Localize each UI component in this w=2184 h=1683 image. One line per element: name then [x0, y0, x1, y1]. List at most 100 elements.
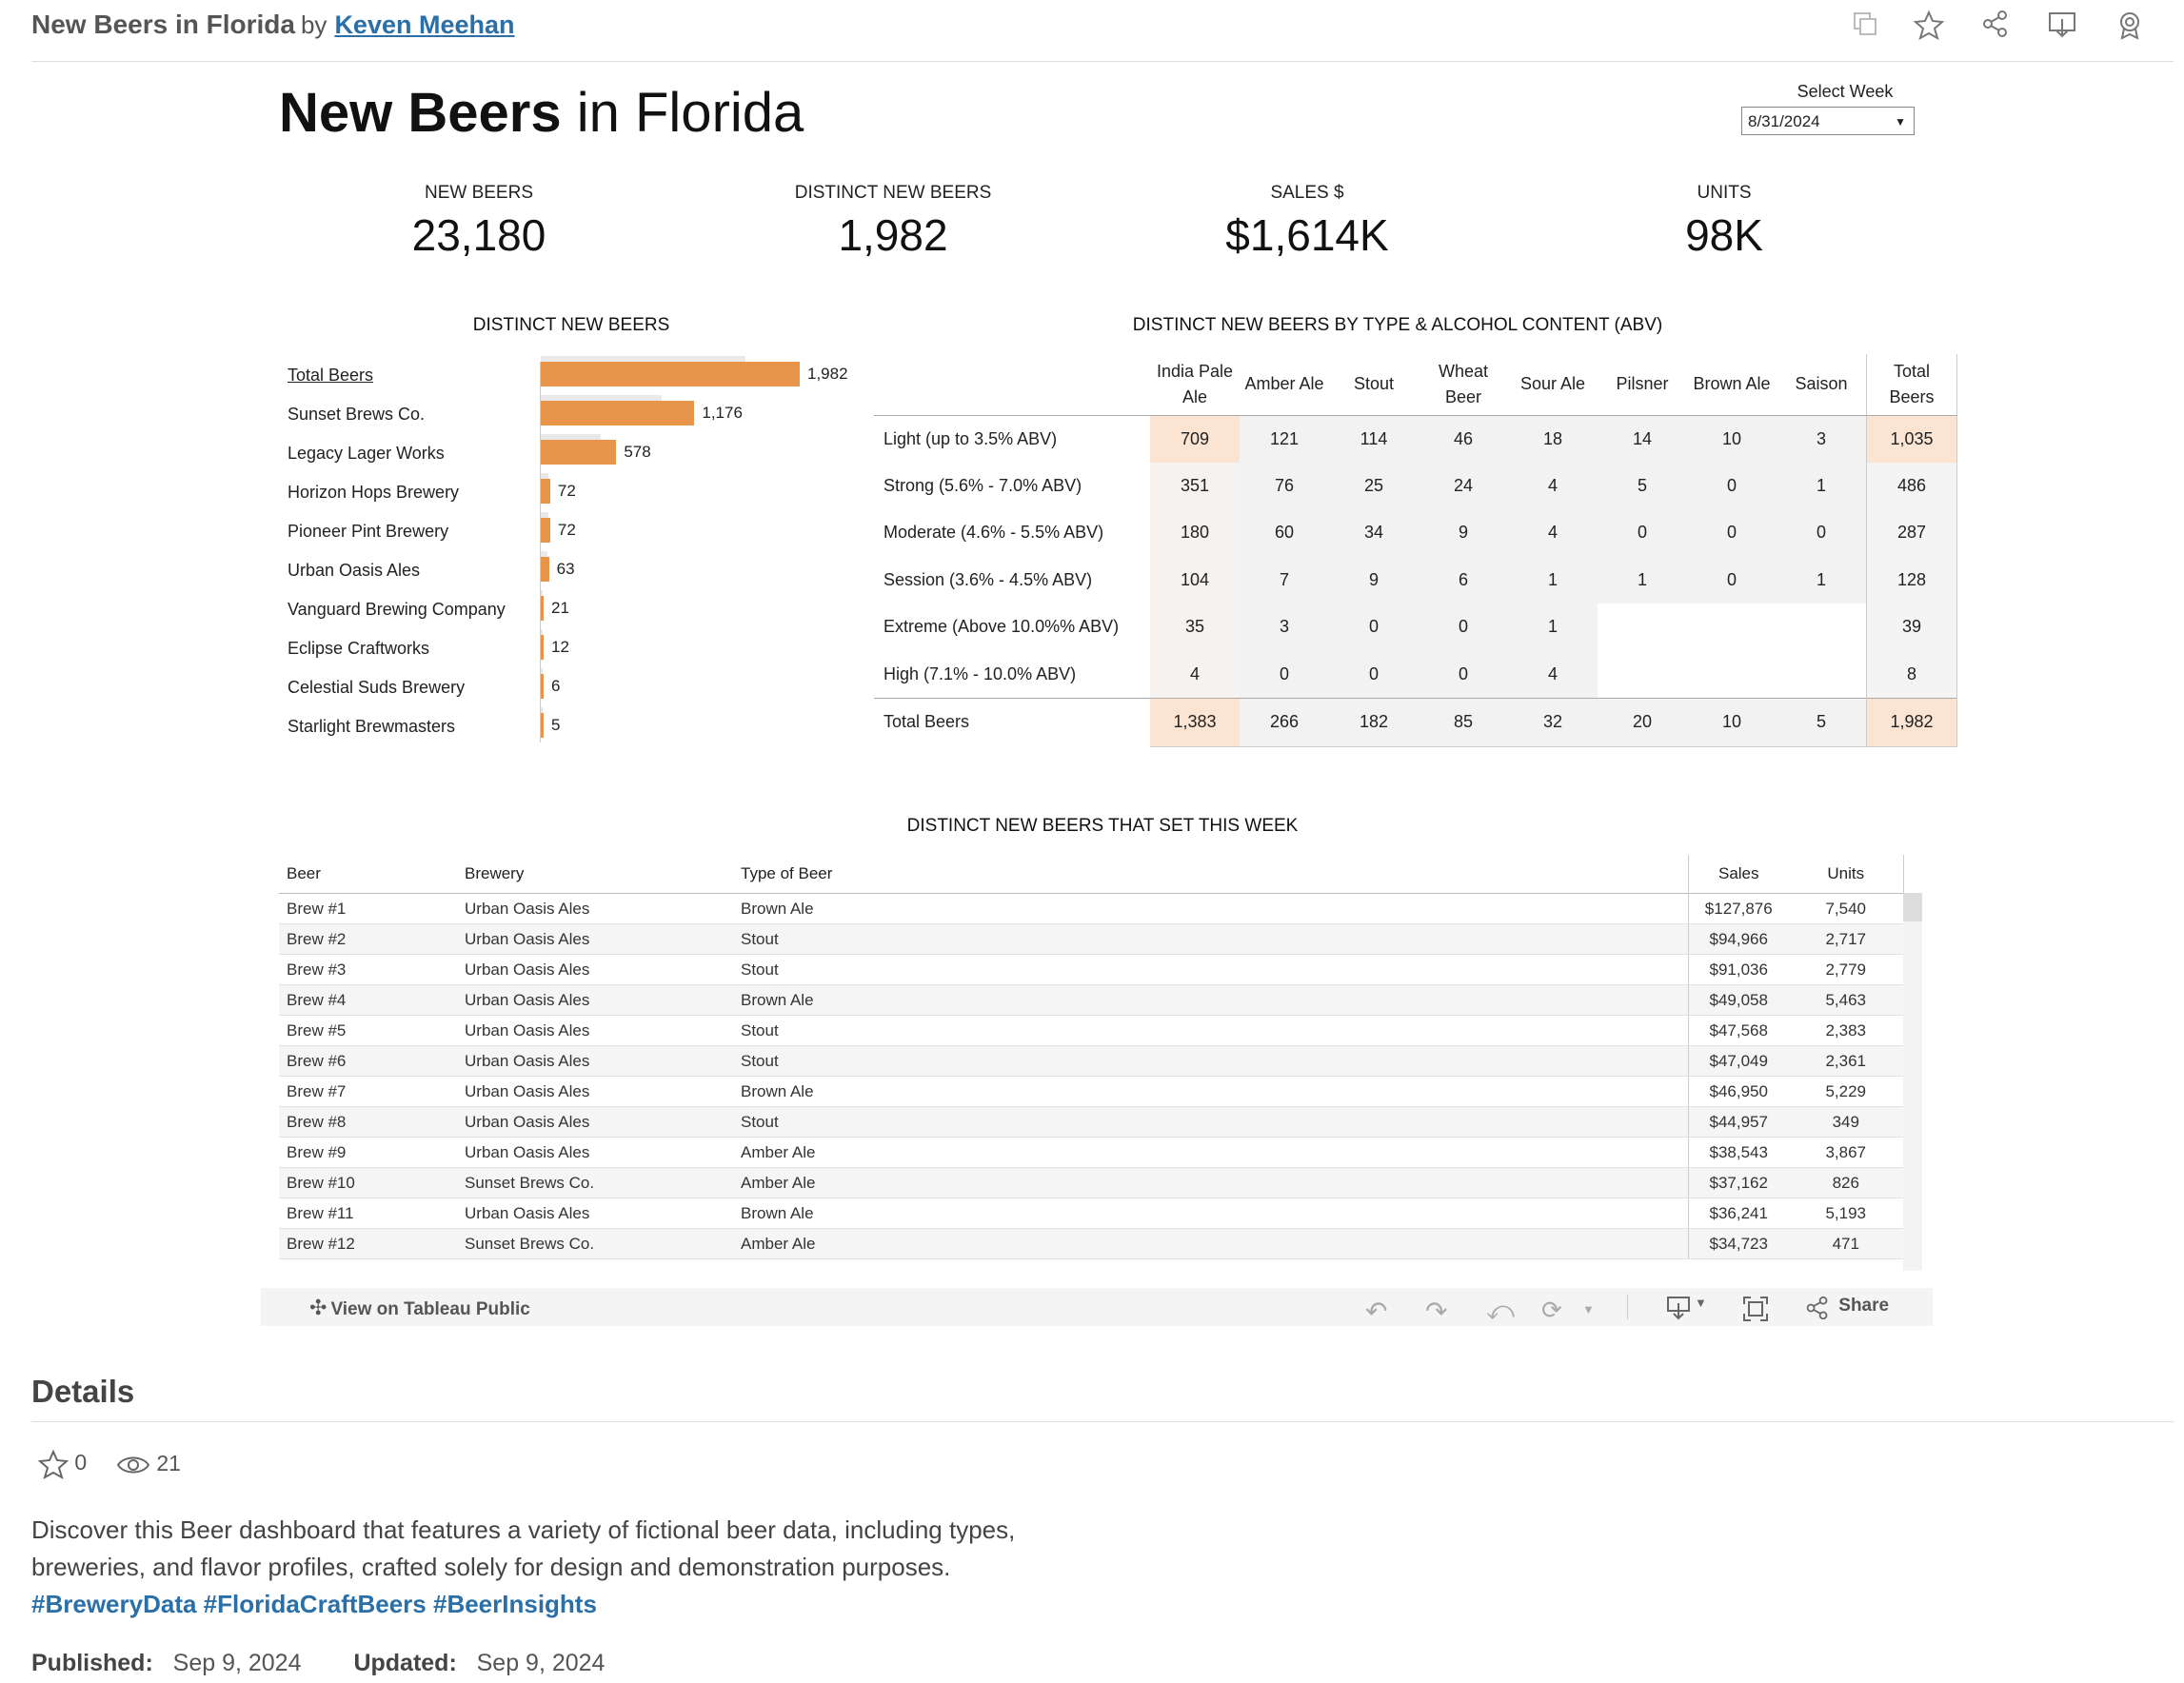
matrix-cell[interactable]: 0 — [1419, 650, 1508, 698]
bar[interactable] — [541, 674, 544, 699]
matrix-cell[interactable]: 4 — [1150, 650, 1240, 698]
list-scroll-thumb[interactable] — [1903, 893, 1922, 921]
col-header-sales[interactable]: Sales — [1687, 855, 1789, 894]
bar[interactable] — [541, 596, 544, 621]
matrix-cell[interactable]: 60 — [1240, 509, 1329, 557]
matrix-cell[interactable]: 182 — [1329, 697, 1419, 747]
matrix-cell[interactable]: 5 — [1598, 462, 1687, 509]
matrix-cell[interactable]: 0 — [1419, 604, 1508, 651]
matrix-cell[interactable]: 24 — [1419, 462, 1508, 509]
matrix-cell[interactable]: 1 — [1508, 556, 1598, 604]
author-link[interactable]: Keven Meehan — [334, 10, 514, 39]
tag-link[interactable]: #FloridaCraftBeers — [204, 1590, 427, 1618]
refresh-icon[interactable]: ⟳ — [1541, 1296, 1562, 1325]
matrix-cell[interactable]: 0 — [1687, 462, 1777, 509]
matrix-cell[interactable]: 10 — [1687, 697, 1777, 747]
matrix-cell[interactable]: 486 — [1866, 462, 1957, 509]
share-icon[interactable] — [1976, 10, 2015, 48]
matrix-cell[interactable]: 1,035 — [1866, 415, 1957, 463]
table-row[interactable]: Brew #9 Urban Oasis Ales Amber Ale $38,543 3… — [279, 1137, 1904, 1168]
view-on-tableau-button[interactable]: ✣ View on Tableau Public — [309, 1296, 530, 1320]
matrix-cell[interactable]: 46 — [1419, 415, 1508, 463]
matrix-cell[interactable]: 128 — [1866, 556, 1957, 604]
undo-icon[interactable]: ↶ — [1365, 1296, 1387, 1327]
matrix-cell[interactable]: 0 — [1687, 509, 1777, 557]
matrix-cell[interactable]: 1 — [1777, 556, 1867, 604]
matrix-cell[interactable]: 4 — [1508, 509, 1598, 557]
table-row[interactable]: Brew #2 Urban Oasis Ales Stout $94,966 2,717 — [279, 923, 1904, 955]
matrix-cell[interactable]: 0 — [1240, 650, 1329, 698]
bar[interactable] — [541, 557, 549, 582]
table-row[interactable]: Brew #4 Urban Oasis Ales Brown Ale $49,058 5… — [279, 984, 1904, 1016]
matrix-cell[interactable]: 1,383 — [1150, 697, 1240, 747]
matrix-cell[interactable]: 18 — [1508, 415, 1598, 463]
table-row[interactable]: Brew #10 Sunset Brews Co. Amber Ale $37,162… — [279, 1167, 1904, 1198]
table-row[interactable]: Brew #7 Urban Oasis Ales Brown Ale $46,950 5… — [279, 1076, 1904, 1107]
col-header-units[interactable]: Units — [1789, 855, 1904, 894]
select-week-dropdown[interactable]: 8/31/2024 ▼ — [1741, 107, 1915, 135]
matrix-cell[interactable]: 1,982 — [1866, 697, 1957, 747]
matrix-cell[interactable]: 3 — [1777, 415, 1867, 463]
matrix-cell[interactable]: 0 — [1687, 556, 1777, 604]
refresh-dropdown-icon[interactable]: ▼ — [1582, 1302, 1595, 1317]
matrix-cell[interactable]: 10 — [1687, 415, 1777, 463]
matrix-cell[interactable]: 104 — [1150, 556, 1240, 604]
matrix-cell[interactable]: 14 — [1598, 415, 1687, 463]
table-row[interactable]: Brew #12 Sunset Brews Co. Amber Ale $34,723… — [279, 1228, 1904, 1259]
matrix-cell[interactable]: 8 — [1866, 650, 1957, 698]
table-row[interactable]: Brew #3 Urban Oasis Ales Stout $91,036 2,779 — [279, 954, 1904, 985]
matrix-cell[interactable]: 6 — [1419, 556, 1508, 604]
col-header-brewery[interactable]: Brewery — [457, 855, 733, 894]
matrix-cell[interactable]: 709 — [1150, 415, 1240, 463]
matrix-cell[interactable]: 5 — [1777, 697, 1867, 747]
tag-link[interactable]: #BreweryData — [31, 1590, 196, 1618]
matrix-cell[interactable]: 121 — [1240, 415, 1329, 463]
col-header-type[interactable]: Type of Beer — [733, 855, 1688, 894]
matrix-cell[interactable]: 266 — [1240, 697, 1329, 747]
badge-icon[interactable] — [2111, 10, 2149, 48]
matrix-cell[interactable]: 76 — [1240, 462, 1329, 509]
matrix-cell[interactable]: 0 — [1777, 509, 1867, 557]
matrix-cell[interactable] — [1598, 650, 1687, 698]
matrix-cell[interactable]: 351 — [1150, 462, 1240, 509]
matrix-cell[interactable]: 35 — [1150, 604, 1240, 651]
star-icon[interactable] — [1910, 10, 1948, 48]
bar[interactable] — [541, 440, 617, 465]
matrix-cell[interactable]: 7 — [1240, 556, 1329, 604]
matrix-cell[interactable]: 4 — [1508, 462, 1598, 509]
matrix-cell[interactable]: 39 — [1866, 604, 1957, 651]
matrix-cell[interactable]: 25 — [1329, 462, 1419, 509]
matrix-cell[interactable]: 9 — [1329, 556, 1419, 604]
download-menu-button[interactable]: ▼ — [1666, 1296, 1707, 1326]
matrix-cell[interactable]: 1 — [1598, 556, 1687, 604]
matrix-cell[interactable] — [1598, 604, 1687, 651]
matrix-cell[interactable] — [1777, 604, 1867, 651]
matrix-cell[interactable]: 1 — [1777, 462, 1867, 509]
tag-link[interactable]: #BeerInsights — [433, 1590, 597, 1618]
matrix-cell[interactable]: 85 — [1419, 697, 1508, 747]
matrix-cell[interactable]: 0 — [1329, 604, 1419, 651]
matrix-cell[interactable] — [1687, 604, 1777, 651]
beer-list-table[interactable]: Beer Brewery Type of Beer Sales Units Br… — [279, 855, 1922, 1271]
bar[interactable] — [541, 713, 544, 738]
matrix-cell[interactable]: 180 — [1150, 509, 1240, 557]
matrix-cell[interactable]: 0 — [1329, 650, 1419, 698]
matrix-cell[interactable]: 4 — [1508, 650, 1598, 698]
share-button[interactable]: Share — [1805, 1296, 1889, 1326]
table-row[interactable]: Brew #8 Urban Oasis Ales Stout $44,957 349 — [279, 1106, 1904, 1138]
bar[interactable] — [541, 401, 695, 426]
bar[interactable] — [541, 635, 544, 660]
matrix-cell[interactable]: 20 — [1598, 697, 1687, 747]
col-header-beer[interactable]: Beer — [279, 855, 457, 894]
bar[interactable] — [541, 362, 800, 386]
revert-icon[interactable]: ⤺ — [1486, 1296, 1515, 1327]
list-scrollbar[interactable] — [1903, 893, 1922, 1271]
bar[interactable] — [541, 518, 550, 543]
favorites-counter[interactable]: 0 — [37, 1449, 87, 1480]
download-icon[interactable] — [2043, 10, 2081, 48]
table-row[interactable]: Brew #1 Urban Oasis Ales Brown Ale $127,876… — [279, 893, 1904, 924]
matrix-cell[interactable]: 1 — [1508, 604, 1598, 651]
table-row[interactable]: Brew #5 Urban Oasis Ales Stout $47,568 2,383 — [279, 1015, 1904, 1046]
matrix-cell[interactable]: 114 — [1329, 415, 1419, 463]
matrix-cell[interactable]: 3 — [1240, 604, 1329, 651]
